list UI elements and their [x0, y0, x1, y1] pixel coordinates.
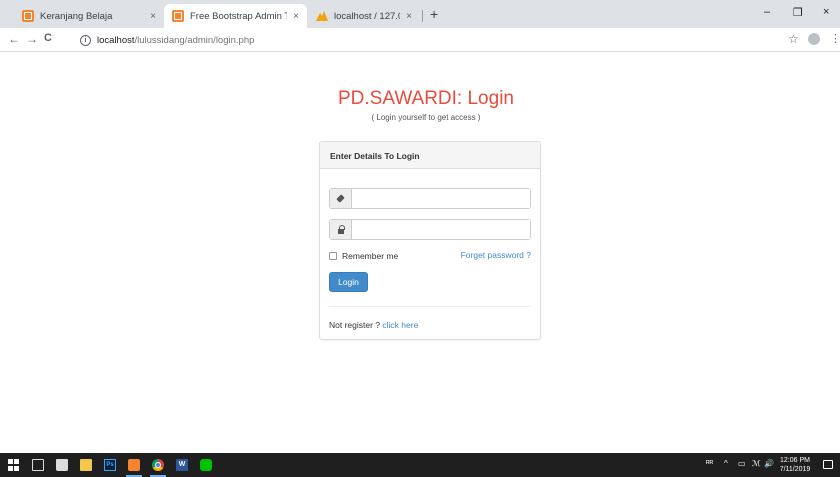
register-text: Not register ?: [329, 320, 381, 330]
lock-icon: [337, 224, 345, 234]
browser-toolbar: ← → C i localhost/lulussidang/admin/logi…: [0, 28, 840, 52]
file-explorer-icon[interactable]: [80, 459, 92, 471]
back-button[interactable]: ←: [8, 32, 20, 46]
username-input-group: [329, 188, 531, 209]
photoshop-icon[interactable]: Ps: [104, 459, 116, 471]
tab-close-icon[interactable]: ×: [150, 11, 156, 22]
sublime-text-icon[interactable]: [128, 459, 140, 471]
volume-icon[interactable]: 🔊: [764, 459, 774, 468]
clock-time: 12:06 PM: [780, 457, 810, 464]
task-view-icon[interactable]: [32, 459, 44, 471]
panel-heading: Enter Details To Login: [320, 142, 540, 169]
password-input-group: [329, 219, 531, 240]
url-host: localhost: [97, 34, 135, 46]
sublime-favicon-icon: [172, 10, 184, 22]
username-addon: [330, 189, 352, 208]
page-subtitle: ( Login yourself to get access ): [371, 113, 481, 122]
sublime-favicon-icon: [22, 10, 34, 22]
register-line: Not register ? click here: [329, 320, 418, 330]
password-addon: [330, 220, 352, 239]
site-info-icon[interactable]: i: [80, 34, 91, 46]
reload-button[interactable]: C: [44, 32, 52, 44]
phpmyadmin-favicon-icon: [316, 10, 328, 22]
close-window-button[interactable]: ×: [823, 6, 829, 18]
register-link[interactable]: click here: [382, 320, 418, 330]
word-icon[interactable]: W: [176, 459, 188, 471]
panel-divider: [329, 306, 531, 307]
chrome-icon[interactable]: [152, 459, 164, 471]
tab-free-bootstrap-admin-template[interactable]: Free Bootstrap Admin Template ×: [164, 4, 307, 28]
tab-close-icon[interactable]: ×: [293, 11, 299, 22]
tab-keranjang-belaja[interactable]: Keranjang Belaja ×: [14, 4, 164, 28]
line-app-icon[interactable]: [200, 459, 212, 471]
remember-me-checkbox[interactable]: [329, 252, 337, 260]
taskbar: Ps W ᴿᴿ ^ ▭ ℳ 🔊 12:06 PM 7/11/2019: [0, 453, 840, 477]
tray-chevron-icon[interactable]: ^: [724, 459, 728, 468]
browser-menu-icon[interactable]: ⋮: [830, 32, 840, 45]
tab-close-icon[interactable]: ×: [406, 11, 412, 22]
tab-title: localhost / 127.0.0.1 | phpMyAdm: [334, 10, 400, 22]
tab-title: Keranjang Belaja: [40, 10, 113, 22]
store-icon[interactable]: [56, 459, 68, 471]
forget-password-link[interactable]: Forget password ?: [461, 250, 531, 260]
tab-title: Free Bootstrap Admin Template: [190, 10, 287, 22]
tab-strip: Keranjang Belaja × Free Bootstrap Admin …: [0, 0, 840, 28]
profile-avatar-icon[interactable]: [808, 33, 820, 45]
battery-icon[interactable]: ▭: [738, 459, 746, 468]
system-clock[interactable]: 12:06 PM 7/11/2019: [775, 456, 815, 474]
forward-button[interactable]: →: [26, 32, 38, 46]
bookmark-star-icon[interactable]: ☆: [788, 32, 799, 46]
address-bar[interactable]: i localhost/lulussidang/admin/login.php: [80, 31, 770, 49]
login-panel: Enter Details To Login Remember me Forge…: [319, 141, 541, 340]
tag-icon: [336, 194, 345, 203]
tab-separator: [422, 10, 423, 22]
url-path: /lulussidang/admin/login.php: [134, 34, 255, 46]
remember-me-label: Remember me: [342, 251, 399, 261]
password-input[interactable]: [352, 220, 530, 239]
wifi-icon[interactable]: ℳ: [752, 459, 761, 468]
windows-start-icon[interactable]: [8, 459, 20, 471]
page-title: PD.SAWARDI: Login: [338, 88, 514, 109]
maximize-button[interactable]: ❐: [793, 6, 803, 19]
new-tab-button[interactable]: +: [430, 6, 438, 22]
tab-phpmyadmin[interactable]: localhost / 127.0.0.1 | phpMyAdm ×: [308, 4, 420, 28]
notification-center-icon[interactable]: [823, 460, 833, 469]
clock-date: 7/11/2019: [779, 466, 811, 473]
minimize-button[interactable]: –: [764, 6, 770, 18]
remember-me[interactable]: Remember me: [329, 251, 398, 261]
people-icon[interactable]: ᴿᴿ: [706, 459, 713, 468]
login-button[interactable]: Login: [329, 272, 368, 292]
username-input[interactable]: [352, 189, 530, 208]
